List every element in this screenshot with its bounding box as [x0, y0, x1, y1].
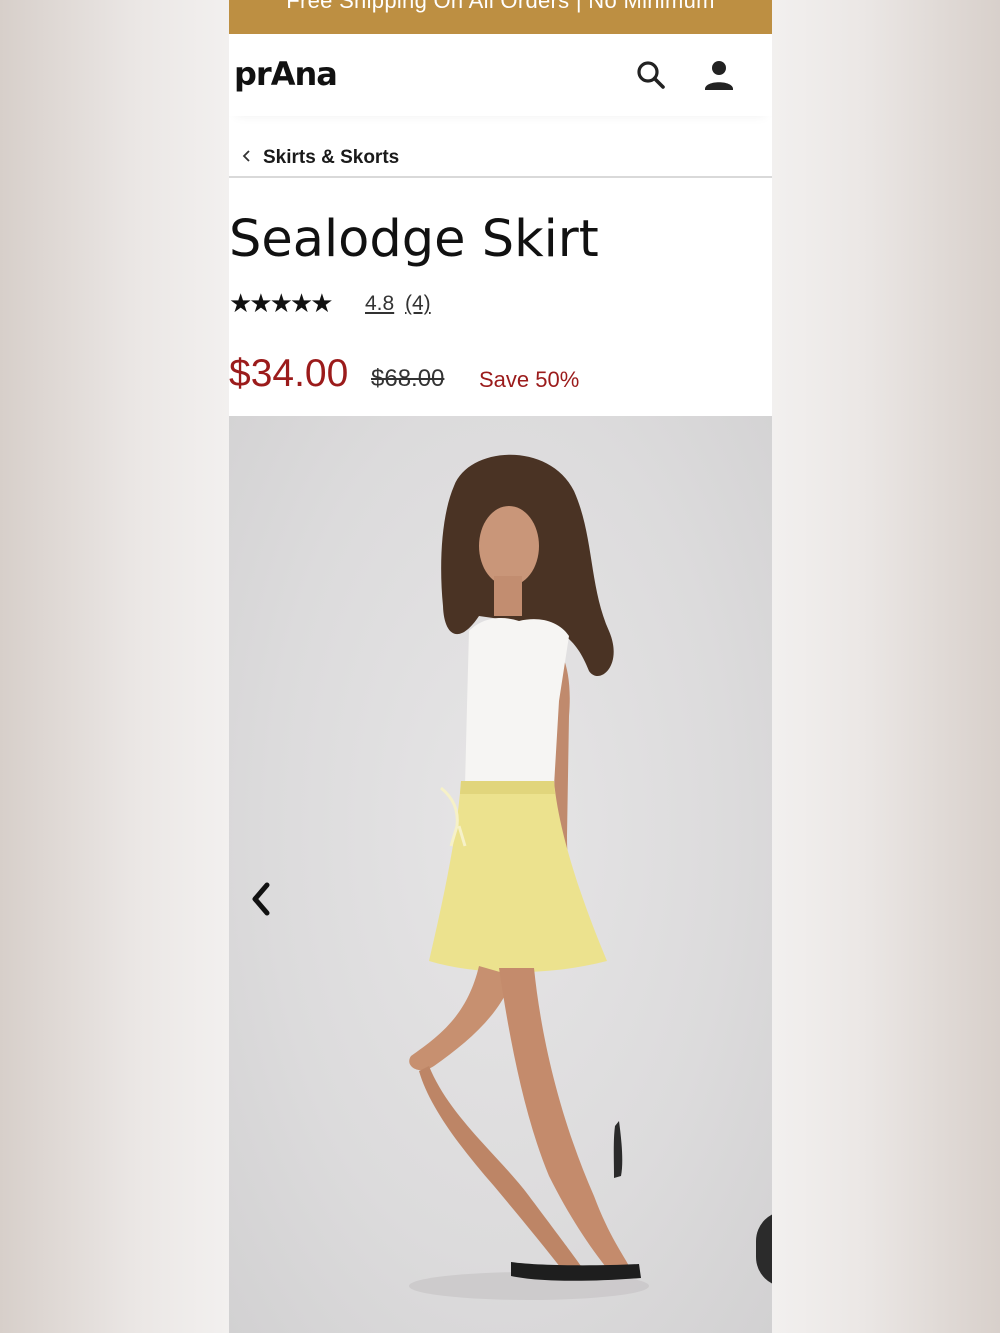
rating-value[interactable]: 4.8: [365, 292, 394, 316]
product-photo: [409, 454, 649, 1300]
breadcrumb[interactable]: Skirts & Skorts: [229, 140, 772, 178]
rating-stars-icon: ★★★★★: [229, 288, 334, 318]
product-title: Sealodge Skirt: [229, 210, 599, 269]
chevron-left-icon: [242, 150, 250, 162]
breadcrumb-label: Skirts & Skorts: [263, 147, 400, 168]
original-price: $68.00: [371, 365, 445, 392]
backdrop-right: [772, 0, 1000, 1333]
promo-banner[interactable]: Free Shipping On All Orders | No Minimum: [229, 0, 772, 34]
account-button[interactable]: [699, 56, 739, 96]
brand-logo[interactable]: prAna: [234, 55, 338, 93]
search-button[interactable]: [631, 56, 671, 96]
site-header: prAna: [229, 34, 772, 116]
product-image-gallery[interactable]: [229, 416, 772, 1333]
sale-price: $34.00: [229, 352, 349, 395]
discount-label: Save 50%: [479, 367, 580, 392]
backdrop-left: [0, 0, 229, 1333]
review-count-link[interactable]: (4): [405, 292, 431, 316]
promo-text: Free Shipping On All Orders | No Minimum: [286, 0, 715, 13]
user-icon: [705, 61, 733, 90]
search-icon: [637, 61, 665, 89]
price-row: $34.00 $68.00 Save 50%: [229, 352, 772, 402]
mobile-page: Free Shipping On All Orders | No Minimum…: [229, 0, 772, 1333]
gallery-prev-button[interactable]: [247, 879, 275, 919]
